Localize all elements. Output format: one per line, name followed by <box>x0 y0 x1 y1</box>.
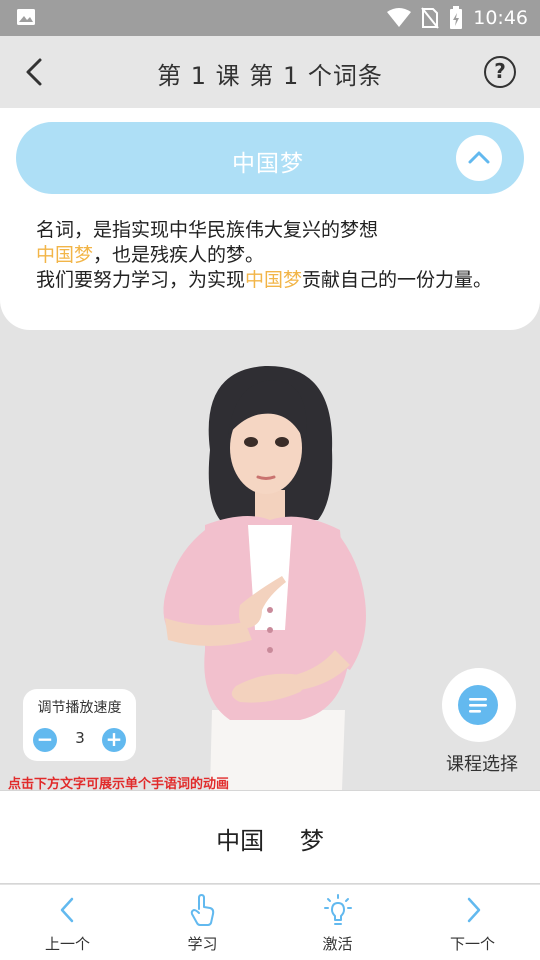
nav-activate[interactable]: 激活 <box>270 885 405 960</box>
help-icon[interactable]: ? <box>484 56 516 88</box>
speed-value: 3 <box>75 729 85 747</box>
chevron-up-icon <box>468 151 490 164</box>
word-segment[interactable]: 梦 <box>286 821 338 856</box>
word-segments: 中国 梦 <box>0 790 540 884</box>
highlight-word: 中国梦 <box>245 269 303 291</box>
word-title: 中国梦 <box>232 151 304 177</box>
battery-icon <box>450 6 463 29</box>
gallery-icon <box>17 9 35 25</box>
word-header[interactable]: 中国梦 <box>16 122 524 194</box>
nav-next[interactable]: 下一个 <box>405 885 540 960</box>
speed-increase-button[interactable]: + <box>102 728 126 752</box>
title-bar: 第 1 课 第 1 个词条 ? <box>0 36 540 108</box>
wifi-icon <box>387 8 412 27</box>
nav-label: 激活 <box>322 935 353 953</box>
nav-label: 上一个 <box>44 935 90 953</box>
course-icon-bg <box>458 685 498 725</box>
speed-control: 调节播放速度 − 3 + <box>23 689 136 761</box>
list-icon <box>469 698 487 713</box>
no-sim-icon <box>421 7 440 29</box>
highlight-word: 中国梦 <box>36 244 94 266</box>
definition-line: 我们要努力学习，为实现中国梦贡献自己的一份力量。 <box>36 269 493 291</box>
lightbulb-icon <box>323 894 352 925</box>
avatar-stage: 调节播放速度 − 3 + 课程选择 点击下方文字可展示单个手语词的动画 <box>0 330 540 792</box>
nav-learn[interactable]: 学习 <box>135 885 270 960</box>
nav-label: 学习 <box>187 935 218 953</box>
nav-previous[interactable]: 上一个 <box>0 885 135 960</box>
chevron-right-icon <box>467 897 480 923</box>
definition-line: 名词，是指实现中华民族伟大复兴的梦想 <box>36 219 379 241</box>
hand-pointer-icon <box>190 894 214 926</box>
word-card: 中国梦 名词，是指实现中华民族伟大复兴的梦想 中国梦，也是残疾人的梦。 我们要努… <box>0 108 540 330</box>
speed-label: 调节播放速度 <box>37 700 122 716</box>
collapse-button[interactable] <box>456 135 502 181</box>
bottom-nav: 上一个 学习 激活 下一个 <box>0 885 540 960</box>
definition-line: 中国梦，也是残疾人的梦。 <box>36 244 265 266</box>
course-select-label[interactable]: 课程选择 <box>430 750 534 776</box>
speed-decrease-button[interactable]: − <box>33 728 57 752</box>
status-bar: 10:46 <box>0 0 540 36</box>
word-segment[interactable]: 中国 <box>202 821 278 856</box>
course-select-button[interactable] <box>442 668 516 742</box>
nav-label: 下一个 <box>449 935 495 953</box>
page-title: 第 1 课 第 1 个词条 <box>157 62 383 90</box>
clock: 10:46 <box>473 7 528 29</box>
chevron-left-icon <box>60 897 73 923</box>
word-segment-row: 中国 梦 <box>0 821 540 856</box>
word-definition: 名词，是指实现中华民族伟大复兴的梦想 中国梦，也是残疾人的梦。 我们要努力学习，… <box>36 218 506 293</box>
